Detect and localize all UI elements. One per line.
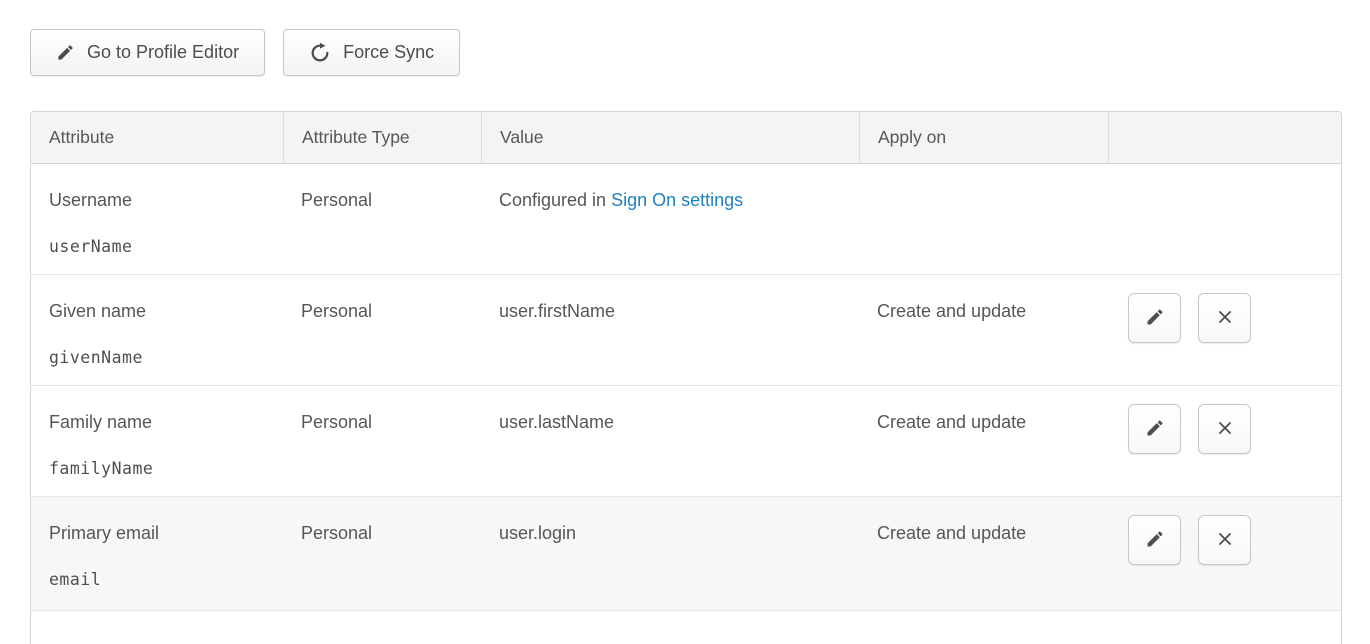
table-row-username: Username userName Personal Configured in… [31, 164, 1341, 275]
apply-on-cell [859, 164, 1108, 274]
force-sync-button[interactable]: Force Sync [283, 29, 460, 76]
pencil-icon [1145, 418, 1165, 441]
value-cell: user.lastName [481, 386, 859, 496]
attribute-cell: Username userName [31, 164, 283, 274]
table-row-primary-email: Primary email email Personal user.login … [31, 497, 1341, 611]
attribute-label: Primary email [49, 523, 265, 544]
table-row-given-name: Given name givenName Personal user.first… [31, 275, 1341, 386]
attribute-type-cell: Personal [283, 275, 481, 385]
force-sync-label: Force Sync [343, 42, 434, 63]
delete-attribute-button[interactable] [1198, 515, 1251, 565]
apply-on-cell: Create and update [859, 386, 1108, 496]
header-attribute-type: Attribute Type [283, 112, 481, 163]
toolbar: Go to Profile Editor Force Sync [30, 29, 460, 76]
delete-attribute-button[interactable] [1198, 293, 1251, 343]
go-to-profile-editor-button[interactable]: Go to Profile Editor [30, 29, 265, 76]
actions-cell [1108, 386, 1341, 496]
attribute-label: Given name [49, 301, 265, 322]
attribute-mappings-table: Attribute Attribute Type Value Apply on … [30, 111, 1342, 644]
header-value: Value [481, 112, 859, 163]
pencil-icon [56, 43, 75, 62]
attribute-label: Username [49, 190, 265, 211]
attribute-type-cell: Personal [283, 386, 481, 496]
go-to-profile-editor-label: Go to Profile Editor [87, 42, 239, 63]
table-header-row: Attribute Attribute Type Value Apply on [31, 112, 1341, 164]
header-attribute: Attribute [31, 112, 283, 163]
attribute-cell: Family name familyName [31, 386, 283, 496]
header-actions [1108, 112, 1341, 163]
table-row-family-name: Family name familyName Personal user.las… [31, 386, 1341, 497]
attribute-cell: Given name givenName [31, 275, 283, 385]
attribute-type-cell: Personal [283, 164, 481, 274]
edit-attribute-button[interactable] [1128, 404, 1181, 454]
value-cell: user.firstName [481, 275, 859, 385]
actions-cell [1108, 164, 1341, 274]
value-prefix-text: Configured in [499, 190, 611, 210]
value-cell: user.login [481, 497, 859, 610]
apply-on-cell: Create and update [859, 497, 1108, 610]
attribute-label: Family name [49, 412, 265, 433]
sign-on-settings-link[interactable]: Sign On settings [611, 190, 743, 210]
edit-attribute-button[interactable] [1128, 293, 1181, 343]
delete-attribute-button[interactable] [1198, 404, 1251, 454]
close-icon [1215, 418, 1235, 441]
pencil-icon [1145, 307, 1165, 330]
attribute-code: familyName [49, 459, 265, 478]
header-apply-on: Apply on [859, 112, 1108, 163]
attribute-code: userName [49, 237, 265, 256]
close-icon [1215, 529, 1235, 552]
actions-cell [1108, 275, 1341, 385]
table-row-partial [31, 611, 1341, 644]
apply-on-cell: Create and update [859, 275, 1108, 385]
attribute-code: email [49, 570, 265, 589]
actions-cell [1108, 497, 1341, 610]
attribute-mappings-page: Go to Profile Editor Force Sync Attribut… [0, 0, 1370, 644]
refresh-icon [309, 42, 331, 64]
edit-attribute-button[interactable] [1128, 515, 1181, 565]
attribute-code: givenName [49, 348, 265, 367]
attribute-type-cell: Personal [283, 497, 481, 610]
attribute-cell: Primary email email [31, 497, 283, 610]
value-cell: Configured in Sign On settings [481, 164, 859, 274]
close-icon [1215, 307, 1235, 330]
pencil-icon [1145, 529, 1165, 552]
